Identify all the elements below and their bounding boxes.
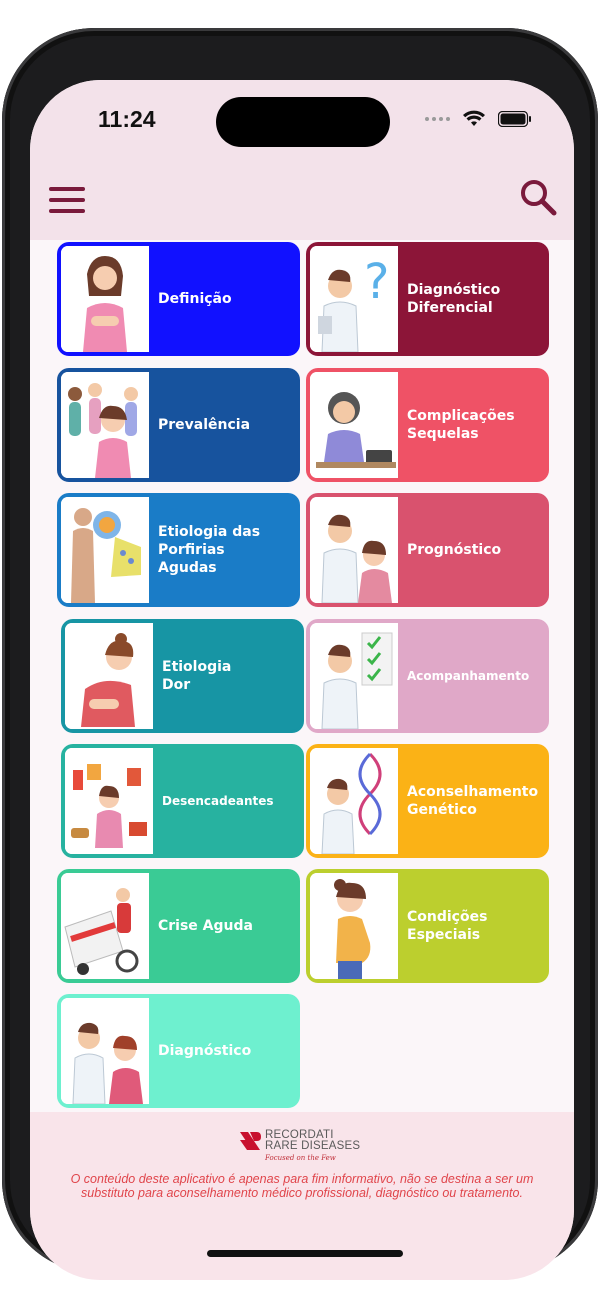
phone-frame: 11:24 Definição ? Diagnóstico Diferencia… xyxy=(2,28,598,1280)
doctor-dna-illustration xyxy=(310,748,398,854)
topic-label: Condições Especiais xyxy=(407,909,488,943)
search-icon[interactable] xyxy=(518,177,558,217)
blood-pressure-exam-illustration xyxy=(310,372,398,478)
topic-label: Crise Aguda xyxy=(158,918,253,934)
topic-card-complicacoes-sequelas[interactable]: Complicações Sequelas xyxy=(306,368,549,482)
topic-card-desencadeantes[interactable]: Desencadeantes xyxy=(61,744,304,858)
doctor-consultation-illustration xyxy=(61,998,149,1104)
topic-label: Etiologia das Porfirias Agudas xyxy=(158,524,261,576)
dynamic-island xyxy=(216,97,390,147)
doctor-and-patient-illustration xyxy=(310,497,398,603)
doctor-checklist-illustration xyxy=(310,623,398,729)
topic-card-prognostico[interactable]: Prognóstico xyxy=(306,493,549,607)
topic-label: Aconselhamento Genético xyxy=(407,784,539,818)
topic-card-diagnostico-diferencial[interactable]: ? Diagnóstico Diferencial xyxy=(306,242,549,356)
doctor-question-mark-illustration: ? xyxy=(310,246,398,352)
logo-line2: RARE DISEASES xyxy=(265,1140,361,1152)
topic-card-condicoes-especiais[interactable]: Condições Especiais xyxy=(306,869,549,983)
topic-label: Definição xyxy=(158,291,232,307)
topic-label: Complicações Sequelas xyxy=(407,408,515,442)
topic-label: Acompanhamento xyxy=(407,669,530,683)
group-of-women-illustration xyxy=(61,372,149,478)
disclaimer-text: O conteúdo deste aplicativo é apenas par… xyxy=(70,1172,534,1200)
signal-dots-icon xyxy=(425,117,450,121)
topic-label: Etiologia Dor xyxy=(162,659,232,693)
pregnant-woman-illustration xyxy=(310,873,398,979)
topic-card-diagnostico[interactable]: Diagnóstico xyxy=(57,994,300,1108)
topic-card-crise-aguda[interactable]: Crise Aguda xyxy=(57,869,300,983)
topic-label: Diagnóstico Diferencial xyxy=(407,282,501,316)
wifi-icon xyxy=(463,110,485,126)
ambulance-emergency-illustration xyxy=(61,873,149,979)
logo-tagline: Focused on the Few xyxy=(265,1154,336,1162)
topic-card-definicao[interactable]: Definição xyxy=(57,242,300,356)
status-time: 11:24 xyxy=(98,106,156,132)
battery-icon xyxy=(498,111,531,127)
topics-grid: Definição ? Diagnóstico Diferencial Prev… xyxy=(30,240,574,1112)
status-icons xyxy=(425,110,532,128)
svg-text:?: ? xyxy=(364,254,389,310)
recordati-logo: RECORDATI RARE DISEASES Focused on the F… xyxy=(239,1129,361,1162)
recordati-r-logo-icon xyxy=(240,1132,261,1150)
topic-card-etiologia-porfirias[interactable]: Etiologia das Porfirias Agudas xyxy=(57,493,300,607)
topic-card-prevalencia[interactable]: Prevalência xyxy=(57,368,300,482)
topic-card-etiologia-dor[interactable]: Etiologia Dor xyxy=(61,619,304,733)
topic-label: Diagnóstico xyxy=(158,1043,252,1059)
app-header: 11:24 xyxy=(30,80,574,240)
body-cells-illustration xyxy=(61,497,149,603)
hamburger-menu-icon[interactable] xyxy=(46,183,88,217)
topic-label: Prognóstico xyxy=(407,542,502,558)
topic-label: Prevalência xyxy=(158,417,251,433)
topic-card-acompanhamento[interactable]: Acompanhamento xyxy=(306,619,549,733)
woman-abdominal-pain-illustration xyxy=(65,623,153,729)
topic-card-aconselhamento-genetico[interactable]: Aconselhamento Genético xyxy=(306,744,549,858)
woman-stomach-pain-illustration xyxy=(61,246,149,352)
topic-label: Desencadeantes xyxy=(162,794,274,808)
home-indicator[interactable] xyxy=(207,1250,403,1257)
triggers-food-alcohol-illustration xyxy=(65,748,153,854)
app-screen: 11:24 Definição ? Diagnóstico Diferencia… xyxy=(30,80,574,1280)
